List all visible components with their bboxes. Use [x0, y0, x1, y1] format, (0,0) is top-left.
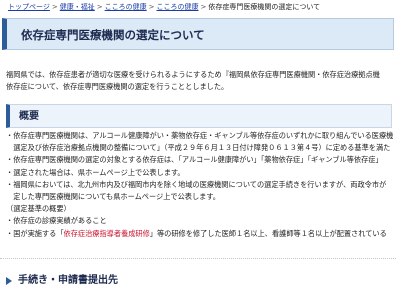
intro-text: 福岡県では、依存症患者が適切な医療を受けられるようにするため『福岡県依存症専門医…: [6, 70, 396, 94]
breadcrumb-separator: >: [51, 3, 58, 11]
section-heading-label: 手続き・申請書提出先: [18, 275, 118, 286]
list-item: ・選定された場合は、県ホームページ上で公表します。: [6, 167, 185, 177]
breadcrumb-link-mental-health[interactable]: こころの健康: [105, 3, 147, 11]
breadcrumb-separator: >: [200, 3, 207, 11]
breadcrumb-separator: >: [96, 3, 103, 11]
highlight-text: 依存症治療指導者養成研修: [63, 228, 150, 238]
list-item: ・依存症専門医療機関の選定の対象とする依存症は、「アルコール健康障がい」「薬物依…: [6, 155, 383, 165]
intro-line: 福岡県では、依存症患者が適切な医療を受けられるようにするため『福岡県依存症専門医…: [6, 70, 380, 79]
intro-line: 依存症について、依存症専門医療機関の選定を行うこととしました。: [6, 82, 229, 91]
breadcrumb-separator: >: [148, 3, 155, 11]
triangle-icon: [6, 277, 12, 286]
page-title: 依存症専門医療機関の選定について: [21, 28, 205, 42]
section-heading-procedure: 手続き・申請書提出先: [6, 274, 118, 294]
divider: [0, 258, 396, 259]
list-item: ・福岡県においては、北九州市内及び福岡市内を除く地域の医療機関についての選定手続…: [6, 179, 387, 189]
section-heading-overview: 概要: [6, 104, 392, 128]
list-item: （選定基準の概要）: [6, 204, 71, 214]
list-item: ・依存症の診療実績があること: [6, 216, 107, 226]
breadcrumb-current: 依存症専門医療機関の選定について: [208, 3, 321, 11]
list-item-text: ・国が実施する「: [6, 228, 64, 238]
section-heading-label: 概要: [19, 111, 39, 122]
list-item-text: 」等の研修を修了した医師１名以上、看護師等１名以上が配置されている: [149, 228, 387, 238]
breadcrumb-link-health-welfare[interactable]: 健康・福祉: [60, 3, 95, 11]
list-item: 定した専門医療機関についても県ホームページ上で公表します。: [6, 191, 220, 201]
page-title-bar: 依存症専門医療機関の選定について: [2, 18, 394, 50]
breadcrumb-link-top[interactable]: トップページ: [8, 3, 50, 11]
list-item: 選定及び依存症治療拠点機関の整備について」（平成２９年６月１３日付け障発０６１３…: [6, 143, 391, 153]
breadcrumb-link-mental-health-2[interactable]: こころの健康: [157, 3, 199, 11]
list-item: ・依存症専門医療機関は、アルコール健康障がい・薬物依存症・ギャンブル等依存症のい…: [6, 131, 394, 140]
list-item-training: ・国が実施する「依存症治療指導者養成研修」等の研修を修了した医師１名以上、看護師…: [6, 229, 396, 241]
breadcrumb: トップページ > 健康・福祉 > こころの健康 > こころの健康 > 依存症専門医療機関の選定に…: [8, 2, 396, 14]
overview-list: ・依存症専門医療機関は、アルコール健康障がい・薬物依存症・ギャンブル等依存症のい…: [6, 131, 396, 241]
